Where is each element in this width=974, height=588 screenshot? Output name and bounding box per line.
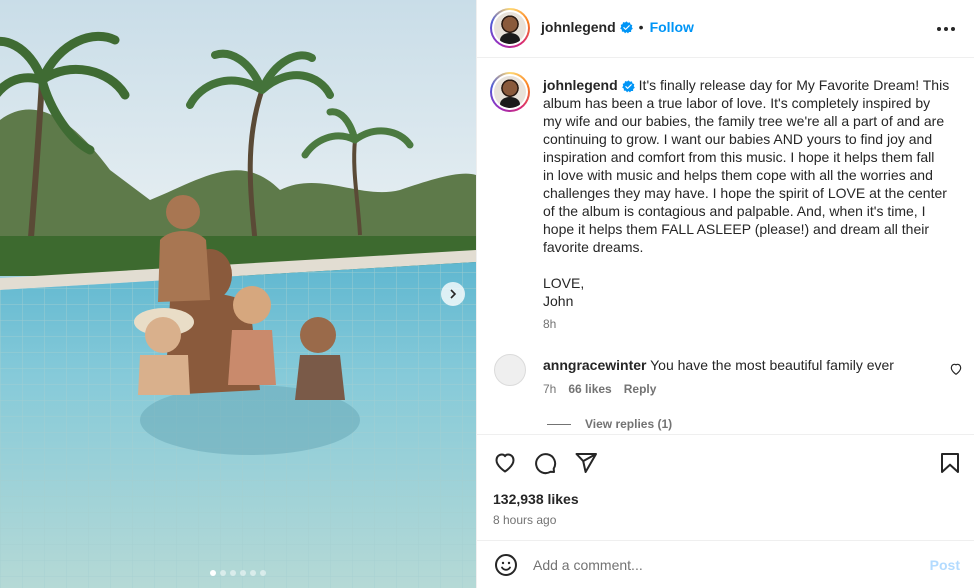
carousel-next-button[interactable]: [441, 282, 465, 306]
like-count[interactable]: 132,938 likes: [493, 491, 579, 507]
caption-line: of the album is contagious and palpable.…: [543, 203, 926, 219]
caption-text: johnlegend It's finally release day for M…: [543, 76, 953, 310]
commenter-avatar[interactable]: [494, 354, 526, 386]
comment-meta: 7h 66 likes Reply: [543, 382, 656, 396]
carousel-dot: [240, 570, 246, 576]
chevron-right-icon: [450, 289, 457, 299]
caption-body: It's finally release day for My Favorite…: [543, 77, 949, 309]
caption-line: LOVE,: [543, 275, 585, 291]
caption-line: hope it helps them FALL ASLEEP (please!)…: [543, 221, 930, 237]
author-avatar[interactable]: [490, 8, 530, 48]
commenter-username[interactable]: anngracewinter: [543, 357, 646, 373]
add-comment-bar: Post: [477, 540, 974, 588]
comment-reply-button[interactable]: Reply: [624, 382, 657, 396]
more-options-icon: [937, 27, 941, 31]
carousel-dot: [220, 570, 226, 576]
carousel-indicator: [0, 570, 476, 576]
post-photo[interactable]: [0, 0, 476, 588]
post-actions: 132,938 likes 8 hours ago: [477, 434, 974, 540]
heart-icon[interactable]: [949, 362, 963, 376]
verified-badge-icon: [619, 20, 633, 33]
heart-icon[interactable]: [493, 451, 517, 475]
caption-line: inspiration and comfort from this music.…: [543, 149, 935, 165]
share-icon[interactable]: [574, 451, 598, 475]
view-replies-button[interactable]: View replies (1): [547, 417, 672, 431]
follow-button[interactable]: Follow: [650, 19, 694, 35]
carousel-dot: [250, 570, 256, 576]
caption-line: in love with music and helps them cope w…: [543, 167, 933, 183]
comment-input[interactable]: [533, 555, 913, 575]
verified-badge-icon: [621, 80, 635, 93]
caption-line: album has been a true labor of love. It'…: [543, 95, 931, 111]
carousel-dot: [230, 570, 236, 576]
carousel-dot: [210, 570, 216, 576]
post-comment-button[interactable]: Post: [930, 557, 960, 573]
view-replies-label: View replies (1): [585, 417, 673, 431]
author-username[interactable]: johnlegend: [541, 19, 616, 35]
comment-timestamp[interactable]: 7h: [543, 382, 556, 396]
caption-author-username[interactable]: johnlegend: [543, 77, 618, 93]
author-info: johnlegend • Follow: [541, 19, 694, 35]
comment-text-line: anngracewinter You have the most beautif…: [543, 357, 894, 373]
separator-dot: •: [638, 19, 644, 35]
carousel-dot: [260, 570, 266, 576]
post-detail-panel: johnlegend • Follow johnlegend It's final…: [476, 0, 974, 588]
caption-author-avatar[interactable]: [490, 72, 530, 112]
caption-line: It's finally release day for My Favorite…: [638, 77, 950, 93]
post-header: johnlegend • Follow: [477, 0, 974, 58]
caption-line: my wife and our babies, the family tree …: [543, 113, 945, 129]
replies-divider: [547, 423, 571, 425]
caption-line: John: [543, 293, 574, 309]
caption-timestamp[interactable]: 8h: [543, 317, 556, 331]
comment-likes[interactable]: 66 likes: [568, 382, 611, 396]
photo-illustration: [0, 0, 476, 588]
post-timestamp[interactable]: 8 hours ago: [493, 513, 556, 527]
more-options-button[interactable]: [934, 17, 958, 41]
caption-line: continuing to grow. I want our babies AN…: [543, 131, 933, 147]
caption-line: favorite dreams.: [543, 239, 644, 255]
emoji-icon[interactable]: [494, 553, 518, 577]
comment-icon[interactable]: [533, 451, 557, 475]
comment-body: You have the most beautiful family ever: [650, 357, 894, 373]
bookmark-icon[interactable]: [938, 451, 962, 475]
caption-line: challenges they may have. I hope the spi…: [543, 185, 947, 201]
